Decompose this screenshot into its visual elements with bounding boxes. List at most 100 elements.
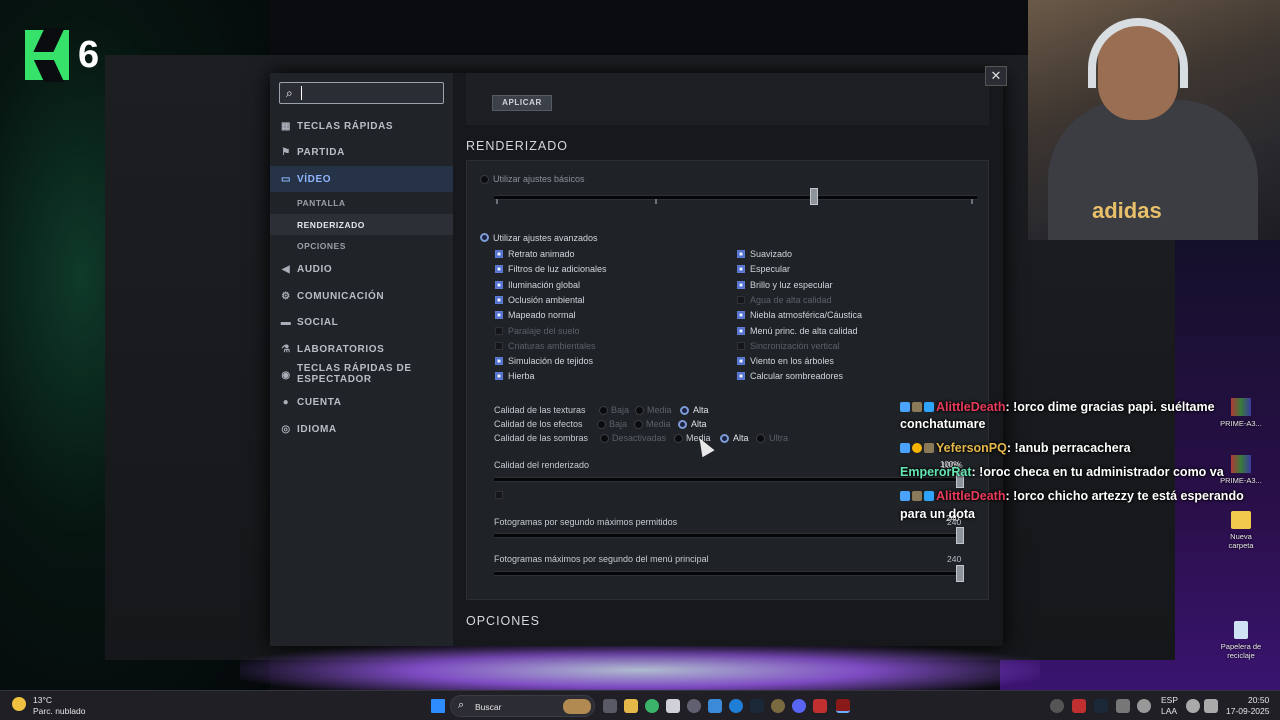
option-label: Brillo y luz especular bbox=[750, 279, 833, 290]
settings-app-icon[interactable] bbox=[687, 699, 701, 713]
wifi-icon[interactable] bbox=[1186, 699, 1200, 713]
nav-teclas-espectador[interactable]: ◉ TECLAS RÁPIDAS DE ESPECTADOR bbox=[270, 363, 453, 391]
chat-text: : !anub perracachera bbox=[1006, 441, 1131, 455]
option-checkbox[interactable] bbox=[495, 311, 503, 320]
desktop-icon-papelera[interactable]: Papelera de reciclaje bbox=[1211, 621, 1271, 660]
extra-checkbox[interactable] bbox=[495, 491, 503, 499]
shadow-off-radio[interactable] bbox=[600, 434, 609, 443]
gear-icon: ⚙ bbox=[281, 290, 291, 302]
game-app-icon[interactable] bbox=[813, 699, 827, 713]
option-checkbox[interactable] bbox=[495, 341, 503, 350]
nav-cuenta[interactable]: ● CUENTA bbox=[270, 389, 453, 415]
option-checkbox[interactable] bbox=[737, 341, 745, 350]
settings-search-input[interactable]: ⌕ bbox=[279, 82, 444, 104]
nav-social[interactable]: ▬ SOCIAL bbox=[270, 309, 453, 335]
desktop-icon-nueva-carpeta[interactable]: Nueva carpeta bbox=[1211, 511, 1271, 550]
nav-laboratorios[interactable]: ⚗ LABORATORIOS bbox=[270, 336, 453, 362]
tray-icon[interactable] bbox=[1072, 699, 1086, 713]
option-checkbox[interactable] bbox=[495, 326, 503, 335]
close-button[interactable]: ✕ bbox=[985, 66, 1007, 86]
telegram-icon[interactable] bbox=[708, 699, 722, 713]
sub-badge-icon bbox=[912, 402, 922, 412]
option-checkbox[interactable] bbox=[495, 372, 503, 381]
nav-partida[interactable]: ⚑ PARTIDA bbox=[270, 139, 453, 165]
basic-quality-thumb[interactable] bbox=[810, 188, 818, 205]
option-checkbox[interactable] bbox=[495, 250, 503, 258]
tray-icon[interactable] bbox=[1050, 699, 1064, 713]
clock-date[interactable]: 17-09-2025 bbox=[1226, 706, 1269, 716]
subnav-pantalla[interactable]: PANTALLA bbox=[270, 192, 453, 213]
language-code[interactable]: ESP bbox=[1161, 695, 1178, 705]
shadow-quality-label: Calidad de las sombras bbox=[494, 433, 589, 443]
texture-media-radio[interactable] bbox=[635, 406, 644, 415]
menu-fps-slider[interactable] bbox=[494, 571, 964, 576]
microphone-icon[interactable] bbox=[1137, 699, 1151, 713]
apply-button[interactable]: APLICAR bbox=[492, 95, 552, 111]
option-checkbox[interactable] bbox=[737, 265, 745, 274]
notepad-icon[interactable] bbox=[666, 699, 680, 713]
desktop-icon-prime-2[interactable]: PRIME-A3... bbox=[1211, 455, 1271, 485]
effects-media-radio[interactable] bbox=[634, 420, 643, 429]
speaker-icon: ◀ bbox=[281, 263, 291, 275]
clock-time[interactable]: 20:50 bbox=[1248, 695, 1269, 705]
option-checkbox[interactable] bbox=[737, 326, 745, 335]
option-checkbox[interactable] bbox=[737, 250, 745, 258]
option-checkbox[interactable] bbox=[495, 357, 503, 366]
option-label: Menú princ. de alta calidad bbox=[750, 325, 858, 336]
basic-quality-slider[interactable] bbox=[494, 195, 977, 200]
nav-label: IDIOMA bbox=[297, 423, 337, 435]
task-view-icon[interactable] bbox=[603, 699, 617, 713]
option-checkbox[interactable] bbox=[495, 280, 503, 289]
taskbar-search[interactable]: ⌕ Buscar bbox=[450, 695, 595, 717]
windows-start-icon[interactable] bbox=[431, 699, 445, 713]
option-checkbox[interactable] bbox=[495, 265, 503, 274]
option-checkbox[interactable] bbox=[737, 372, 745, 381]
render-quality-slider[interactable] bbox=[494, 477, 964, 482]
flask-icon: ⚗ bbox=[281, 343, 291, 355]
option-checkbox[interactable] bbox=[737, 295, 745, 304]
option-checkbox[interactable] bbox=[737, 311, 745, 320]
nav-idioma[interactable]: ◎ IDIOMA bbox=[270, 416, 453, 442]
chrome-icon[interactable] bbox=[645, 699, 659, 713]
app-icon[interactable] bbox=[771, 699, 785, 713]
subnav-renderizado[interactable]: RENDERIZADO bbox=[270, 214, 453, 235]
tray-steam-icon[interactable] bbox=[1094, 699, 1108, 713]
nav-label: COMUNICACIÓN bbox=[297, 290, 385, 302]
shadow-media-radio[interactable] bbox=[674, 434, 683, 443]
nav-teclas-rapidas[interactable]: ▦ TECLAS RÁPIDAS bbox=[270, 113, 453, 139]
subnav-opciones[interactable]: OPCIONES bbox=[270, 235, 453, 256]
option-label: Sincronización vertical bbox=[750, 340, 840, 351]
search-highlight-icon bbox=[563, 699, 591, 714]
nav-audio[interactable]: ◀ AUDIO bbox=[270, 256, 453, 282]
dota-app-icon[interactable] bbox=[836, 699, 850, 713]
recycle-bin-icon bbox=[1234, 621, 1248, 639]
menu-fps-thumb[interactable] bbox=[956, 565, 964, 582]
shadow-ultra-radio[interactable] bbox=[756, 434, 765, 443]
texture-baja-radio[interactable] bbox=[599, 406, 608, 415]
max-fps-slider[interactable] bbox=[494, 533, 964, 538]
effects-alta-radio[interactable] bbox=[678, 420, 687, 429]
max-fps-thumb[interactable] bbox=[956, 527, 964, 544]
desktop-icon-prime-1[interactable]: PRIME-A3... bbox=[1211, 398, 1271, 428]
option-checkbox[interactable] bbox=[737, 357, 745, 366]
nav-video[interactable]: ▭ VÍDEO bbox=[270, 166, 453, 192]
shadow-alta-radio[interactable] bbox=[720, 434, 729, 443]
keyboard-layout[interactable]: LAA bbox=[1161, 706, 1177, 716]
steam-icon[interactable] bbox=[750, 699, 764, 713]
edge-icon[interactable] bbox=[729, 699, 743, 713]
nav-comunicacion[interactable]: ⚙ COMUNICACIÓN bbox=[270, 283, 453, 309]
volume-icon[interactable] bbox=[1204, 699, 1218, 713]
headset-shape bbox=[1088, 18, 1188, 88]
shadow-alta-label: Alta bbox=[733, 433, 749, 443]
basic-settings-radio[interactable] bbox=[480, 175, 489, 184]
section-title-renderizado: RENDERIZADO bbox=[466, 139, 568, 153]
settings-sidebar: ⌕ ▦ TECLAS RÁPIDAS ⚑ PARTIDA ▭ VÍDEO PANTAL… bbox=[270, 73, 453, 646]
effects-baja-radio[interactable] bbox=[597, 420, 606, 429]
advanced-settings-radio[interactable] bbox=[480, 233, 489, 242]
tray-icon[interactable] bbox=[1116, 699, 1130, 713]
option-checkbox[interactable] bbox=[737, 280, 745, 289]
option-checkbox[interactable] bbox=[495, 295, 503, 304]
discord-icon[interactable] bbox=[792, 699, 806, 713]
texture-alta-radio[interactable] bbox=[680, 406, 689, 415]
file-explorer-icon[interactable] bbox=[624, 699, 638, 713]
